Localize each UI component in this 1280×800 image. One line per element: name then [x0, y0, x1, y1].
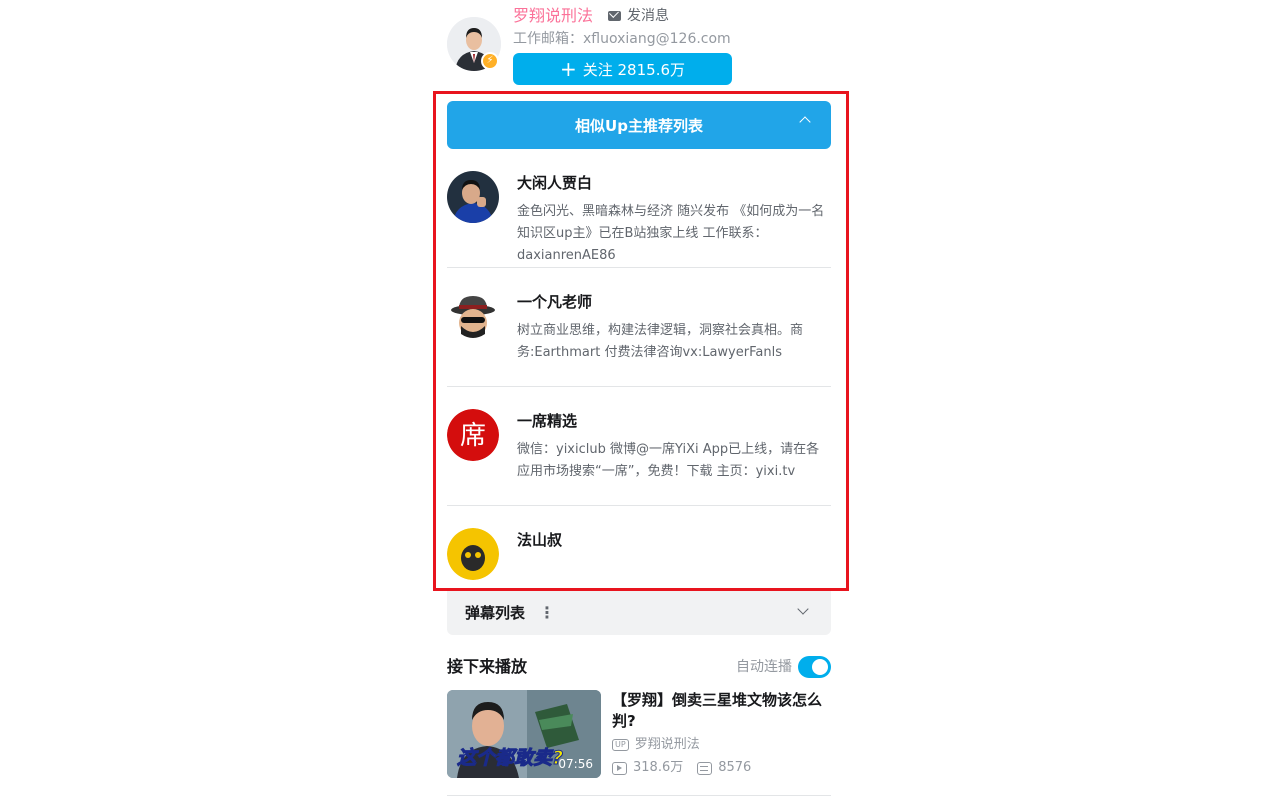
yixi-logo-icon: 席	[447, 409, 499, 461]
recommend-item-name[interactable]: 法山叔	[517, 530, 562, 550]
video-thumbnail[interactable]: 这个都敢卖? 07:56	[447, 690, 601, 778]
video-play-count: 318.6万	[633, 760, 684, 775]
chevron-down-icon[interactable]	[797, 603, 809, 615]
recommend-item-name[interactable]: 一个凡老师	[517, 292, 592, 312]
thumbnail-caption: 这个都敢卖?	[457, 747, 563, 769]
danmaku-count-icon	[697, 761, 713, 775]
send-message-label: 发消息	[627, 8, 669, 24]
plus-icon: +	[559, 57, 577, 81]
follow-button[interactable]: + 关注 2815.6万	[513, 53, 732, 85]
yixi-logo-char: 席	[460, 421, 486, 451]
recommend-header[interactable]: 相似Up主推荐列表	[447, 101, 831, 149]
recommend-item[interactable]: 法山叔	[447, 506, 831, 588]
divider	[447, 795, 831, 796]
chevron-up-icon[interactable]	[799, 116, 811, 128]
video-up-info[interactable]: UP 罗翔说刑法	[612, 736, 700, 754]
recommend-item[interactable]: 大闲人贾白 金色闪光、黑暗森林与经济 随兴发布 《如何成为一名知识区up主》已在…	[447, 149, 831, 268]
autoplay-label: 自动连播	[736, 659, 792, 675]
cartoon-avatar-icon	[447, 528, 499, 580]
danmaku-list-bar[interactable]: 弹幕列表 ⋮	[447, 589, 831, 635]
send-message-button[interactable]: 发消息	[608, 6, 669, 26]
toggle-knob	[812, 659, 828, 675]
recommend-item-description: 微信：yixiclub 微博@一席YiXi App已上线，请在各应用市场搜索“一…	[517, 442, 820, 479]
danmaku-list-label: 弹幕列表	[465, 603, 526, 622]
recommend-item[interactable]: 一个凡老师 树立商业思维，构建法律逻辑，洞察社会真相。商务:Earthmart …	[447, 268, 831, 387]
recommend-title: 相似Up主推荐列表	[575, 116, 703, 135]
video-stats: 318.6万 8576	[612, 759, 751, 777]
recommend-item-name[interactable]: 大闲人贾白	[517, 173, 592, 193]
recommend-item-description: 金色闪光、黑暗森林与经济 随兴发布 《如何成为一名知识区up主》已在B站独家上线…	[517, 204, 825, 263]
person-avatar-icon	[447, 171, 499, 223]
autoplay-toggle[interactable]	[798, 656, 831, 678]
next-play-title: 接下来播放	[447, 657, 528, 676]
video-card[interactable]: 这个都敢卖? 07:56 【罗翔】倒卖三星堆文物该怎么判? UP 罗翔说刑法 3…	[447, 690, 831, 780]
up-avatar[interactable]	[447, 290, 499, 342]
up-tag-icon: UP	[612, 739, 629, 751]
follow-label: 关注 2815.6万	[582, 60, 686, 79]
video-danmaku-count: 8576	[718, 760, 752, 775]
up-avatar[interactable]	[447, 528, 499, 580]
video-duration: 07:56	[558, 757, 593, 771]
recommend-item[interactable]: 席 一席精选 微信：yixiclub 微博@一席YiXi App已上线，请在各应…	[447, 387, 831, 506]
video-title[interactable]: 【罗翔】倒卖三星堆文物该怎么判?	[612, 690, 831, 732]
lightning-badge-icon: ⚡	[481, 52, 499, 70]
up-name[interactable]: 罗翔说刑法	[513, 5, 593, 27]
more-options-icon[interactable]: ⋮	[539, 603, 555, 622]
hat-mask-avatar-icon	[447, 290, 499, 342]
video-up-name: 罗翔说刑法	[634, 737, 700, 752]
up-avatar[interactable]: 席	[447, 409, 499, 461]
similar-up-recommend-panel: 相似Up主推荐列表 大闲人贾白 金色闪光、黑暗森林与经济 随兴发布 《如何成为一…	[447, 101, 831, 588]
recommend-item-name[interactable]: 一席精选	[517, 411, 577, 431]
play-count-icon	[612, 761, 627, 775]
up-avatar[interactable]	[447, 171, 499, 223]
up-description: 工作邮箱：xfluoxiang@126.com	[513, 31, 731, 47]
recommend-item-description: 树立商业思维，构建法律逻辑，洞察社会真相。商务:Earthmart 付费法律咨询…	[517, 323, 804, 360]
mail-icon	[608, 11, 621, 21]
